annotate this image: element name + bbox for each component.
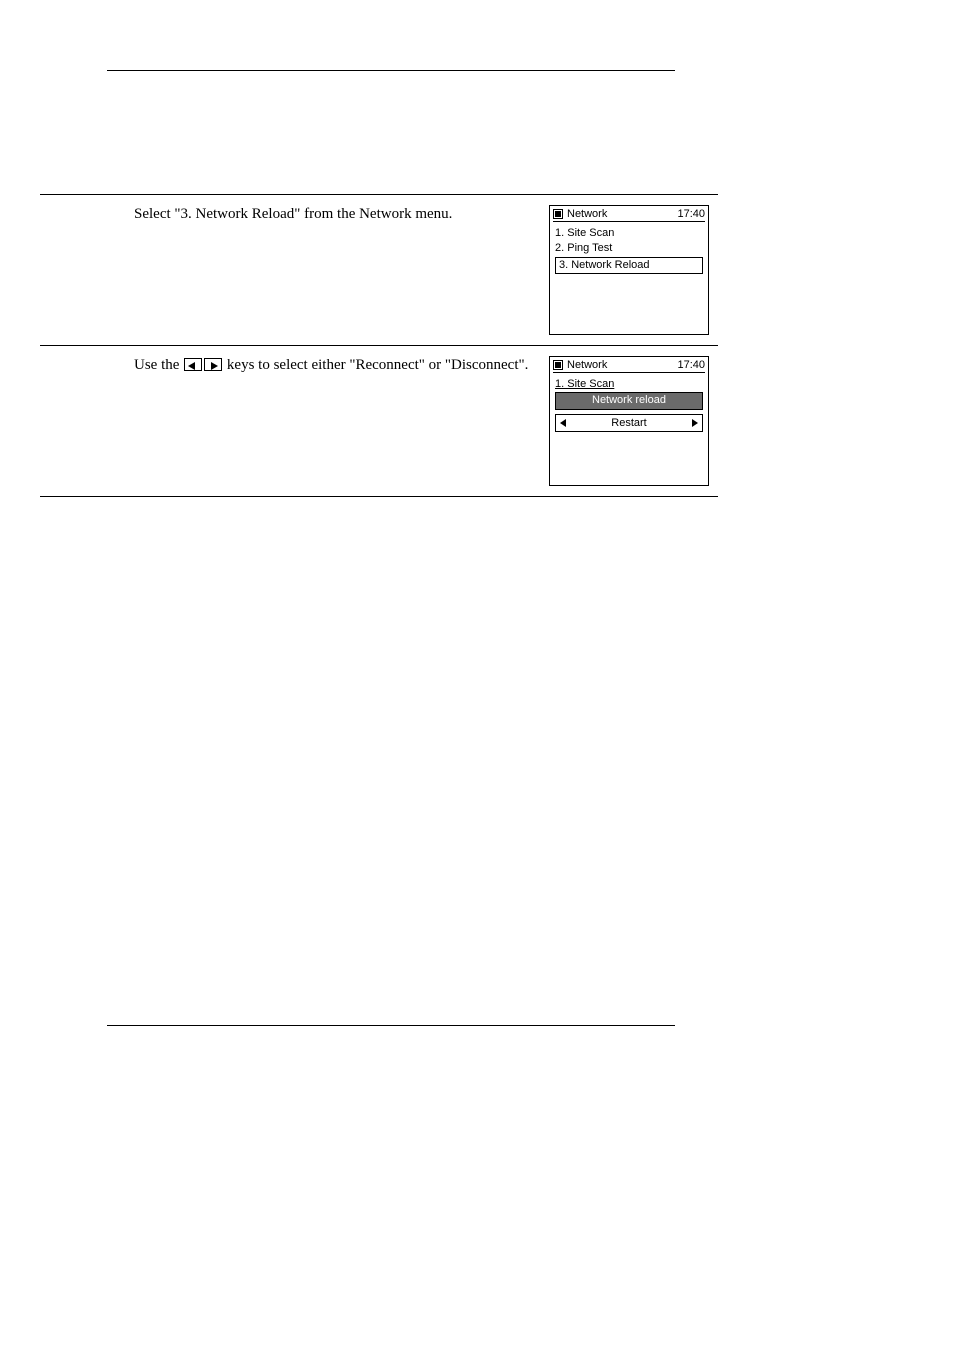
screen-title: Network bbox=[567, 359, 673, 371]
screen-time: 17:40 bbox=[677, 208, 705, 220]
left-key-icon bbox=[184, 358, 202, 371]
spinner-value: Restart bbox=[611, 415, 646, 432]
table-row: Use the keys to select either "Reconnect… bbox=[40, 346, 718, 497]
step-description: Select "3. Network Reload" from the Netw… bbox=[134, 206, 452, 222]
menu-item: 2. Ping Test bbox=[553, 241, 705, 256]
screen-title: Network bbox=[567, 208, 673, 220]
battery-icon bbox=[553, 360, 563, 370]
step-description-post: keys to select either "Reconnect" or "Di… bbox=[223, 357, 528, 373]
menu-item: 1. Site Scan bbox=[553, 226, 705, 241]
step-description-pre: Use the bbox=[134, 357, 183, 373]
left-arrow-icon bbox=[560, 419, 566, 427]
menu-item-selected: 3. Network Reload bbox=[555, 257, 703, 274]
dialog-title: Network reload bbox=[555, 392, 703, 409]
menu-item: 1. Site Scan bbox=[553, 377, 705, 392]
table-row: Select "3. Network Reload" from the Netw… bbox=[40, 195, 718, 346]
device-screenshot: Network 17:40 1. Site Scan 2. Ping Test … bbox=[549, 205, 709, 335]
device-screenshot: Network 17:40 1. Site Scan Network reloa… bbox=[549, 356, 709, 486]
screen-time: 17:40 bbox=[677, 359, 705, 371]
header-rule bbox=[107, 70, 675, 71]
procedure-table: Select "3. Network Reload" from the Netw… bbox=[40, 194, 718, 497]
right-arrow-icon bbox=[692, 419, 698, 427]
battery-icon bbox=[553, 209, 563, 219]
footer-rule bbox=[107, 1025, 675, 1026]
spinner-control: Restart bbox=[555, 414, 703, 433]
right-key-icon bbox=[204, 358, 222, 371]
